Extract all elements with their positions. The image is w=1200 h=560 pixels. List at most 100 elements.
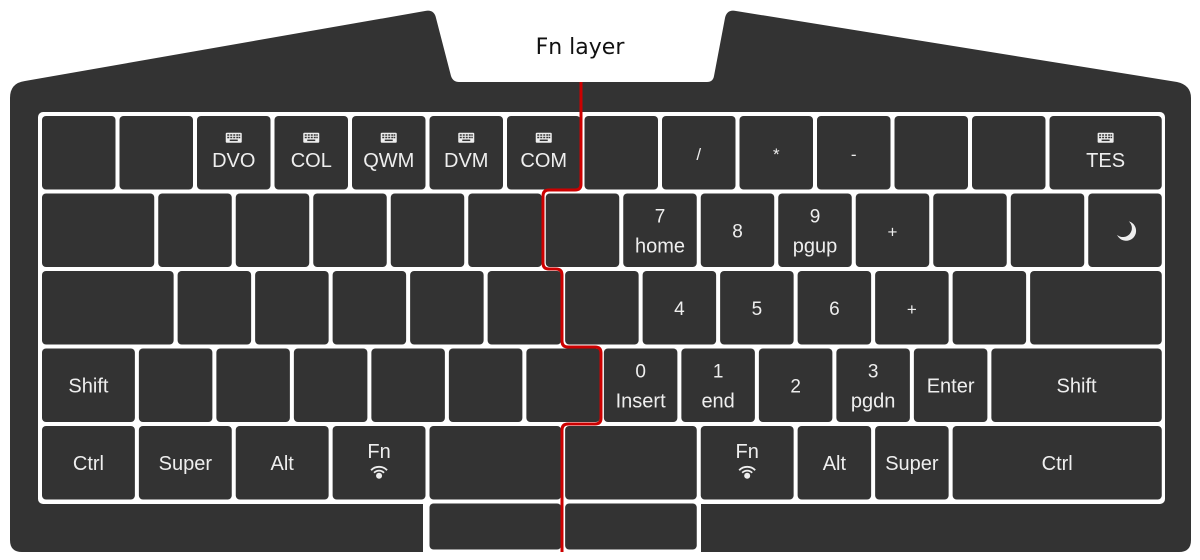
key-blank[interactable]: - [817,116,891,190]
key-blank[interactable] [42,193,155,268]
key-blank[interactable] [545,193,620,268]
key-blank[interactable] [972,116,1046,190]
key-blank[interactable] [584,116,659,190]
key-dvo[interactable]: DVO [197,116,271,190]
key-blank[interactable] [487,271,562,345]
key-8[interactable]: 8 [700,193,775,268]
key-blank[interactable] [235,193,310,268]
key-label: 3 [868,361,879,382]
key-label: Ctrl [1042,453,1073,475]
keycap [429,426,562,500]
key-tes[interactable]: TES [1049,116,1162,190]
keycap [565,271,639,345]
key-label: Alt [271,453,295,475]
keyboard-diagram: Fn layer DVO COL QWM DVM COM / * - TES 7 home 8 9 pgu… [10,10,1191,554]
key-ctrl[interactable]: Ctrl [952,426,1162,500]
key-blank[interactable] [313,193,387,268]
keycap [332,271,407,345]
key-blank[interactable] [933,193,1007,268]
key-blank[interactable] [1030,271,1162,345]
keycap [42,116,116,190]
key-blank[interactable] [468,193,542,268]
key-alt[interactable]: Alt [797,426,872,500]
key-blank[interactable] [526,348,600,423]
key-label: Ctrl [73,453,104,475]
key-0-insert[interactable]: 0 Insert [603,348,678,423]
key-label: 4 [674,299,685,320]
key-col[interactable]: COL [274,116,349,190]
key-blank[interactable] [158,193,232,268]
keycap [1030,271,1162,345]
key-blank[interactable] [293,348,368,423]
key-label: 2 [790,376,801,397]
keycap [216,348,290,422]
key-blank[interactable] [390,193,465,268]
key-alt[interactable]: Alt [235,426,329,500]
key-blank[interactable]: * [739,116,814,190]
key-label: QWM [363,150,414,172]
key-com[interactable]: COM [507,116,581,190]
key-blank[interactable] [216,348,290,423]
key-blank[interactable] [42,116,116,190]
key-blank[interactable] [565,271,639,345]
key-qwm[interactable]: QWM [352,116,426,190]
key-super[interactable]: Super [875,426,949,500]
key-blank[interactable] [371,348,445,423]
key-blank[interactable]: / [662,116,736,190]
key-label: 1 [713,361,724,382]
key-6[interactable]: 6 [797,271,872,345]
keycap [42,271,174,345]
key-label: Super [159,453,213,475]
key-label: Super [885,453,939,475]
keycap [565,426,697,500]
key-blank[interactable] [1010,193,1085,268]
keycap [235,193,310,267]
key-5[interactable]: 5 [720,271,794,345]
key-blank[interactable] [429,503,562,550]
key-blank[interactable]: + [875,271,949,345]
key-4[interactable]: 4 [642,271,717,345]
key-fn[interactable]: Fn [332,426,426,500]
key-blank[interactable] [255,271,329,345]
key-fn[interactable]: Fn [700,426,794,500]
keycap [933,193,1007,267]
key-blank[interactable] [119,116,194,190]
key-blank[interactable] [448,348,523,423]
keycap [293,348,368,422]
key-shift[interactable]: Shift [991,348,1162,423]
key-blank[interactable] [332,271,407,345]
key-label: 6 [829,299,840,320]
key-blank[interactable] [138,348,213,423]
key-blank[interactable] [429,426,562,500]
key-3-pgdn[interactable]: 3 pgdn [836,348,910,423]
key-blank[interactable] [410,271,484,345]
key-9-pgup[interactable]: 9 pgup [778,193,852,268]
key-grid: DVO COL QWM DVM COM / * - TES 7 home 8 9 pgup +4 5 6 + Shi… [42,116,1162,550]
key-label: Enter [927,375,975,397]
key-dvm[interactable]: DVM [429,116,504,190]
key-ctrl[interactable]: Ctrl [42,426,135,500]
keycap [332,426,426,500]
key-enter[interactable]: Enter [913,348,988,423]
key-7-home[interactable]: 7 home [623,193,697,268]
keyboard-icon [458,132,475,143]
keycap [448,348,523,422]
key-blank[interactable]: + [855,193,930,268]
key-super[interactable]: Super [138,426,232,500]
key-blank[interactable] [952,271,1027,345]
key-1-end[interactable]: 1 end [681,348,755,423]
key-blank[interactable] [177,271,252,345]
key-blank[interactable] [894,116,969,190]
key-moon[interactable] [1088,193,1162,268]
keyboard-icon [535,132,552,143]
key-label: 5 [752,299,763,320]
key-blank[interactable] [565,503,697,550]
key-label: 9 [810,206,821,227]
key-blank[interactable] [42,271,174,345]
keycap [972,116,1046,190]
key-label: + [907,300,917,319]
key-2[interactable]: 2 [758,348,833,423]
key-shift[interactable]: Shift [42,348,135,423]
key-label: home [635,235,685,257]
key-blank[interactable] [565,426,697,500]
